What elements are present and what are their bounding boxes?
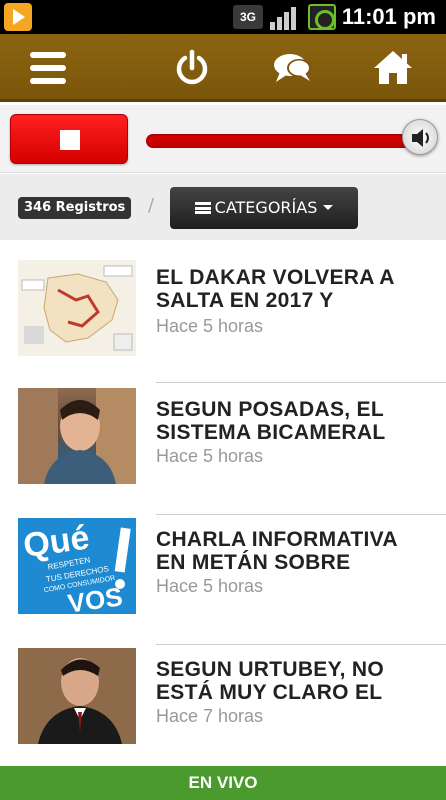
app-toolbar	[0, 34, 446, 102]
news-thumbnail[interactable]	[18, 260, 136, 356]
menu-icon[interactable]	[28, 48, 68, 88]
news-title[interactable]: CHARLA INFORMATIVA EN METÁN SOBRE	[156, 528, 426, 574]
radio-player	[0, 105, 446, 173]
speaker-icon	[412, 129, 429, 147]
caret-down-icon	[323, 205, 334, 210]
volume-slider-handle[interactable]	[402, 119, 438, 155]
news-time: Hace 5 horas	[156, 316, 264, 336]
live-button[interactable]: EN VIVO	[0, 766, 446, 800]
news-time: Hace 5 horas	[156, 576, 264, 596]
power-icon[interactable]	[172, 48, 212, 88]
list-icon	[194, 202, 211, 214]
records-count-badge: 346 Registros	[18, 197, 132, 219]
news-list-item[interactable]: SEGUN POSADAS, EL SISTEMA BICAMERAL Hace…	[0, 382, 446, 515]
sync-icon	[308, 4, 336, 30]
news-time: Hace 7 horas	[156, 706, 264, 726]
news-title[interactable]: SEGUN POSADAS, EL SISTEMA BICAMERAL	[156, 398, 426, 444]
stop-icon	[60, 130, 80, 150]
categories-label: CATEGORÍAS	[214, 198, 318, 217]
news-list-item[interactable]: Qué RESPETEN TUS DERECHOS COMO CONSUMIDO…	[0, 514, 446, 645]
news-thumbnail[interactable]	[18, 388, 136, 484]
filter-bar: 346 Registros / CATEGORÍAS	[0, 174, 446, 240]
news-title[interactable]: SEGUN URTUBEY, NO ESTÁ MUY CLARO EL	[156, 658, 426, 704]
volume-slider[interactable]	[146, 134, 426, 148]
news-thumbnail[interactable]	[18, 648, 136, 744]
news-list-item[interactable]: SEGUN URTUBEY, NO ESTÁ MUY CLARO EL Hace…	[0, 644, 446, 774]
status-bar: 3G 11:01 pm	[0, 0, 446, 34]
news-list-item[interactable]: EL DAKAR VOLVERA A SALTA EN 2017 Y Hace …	[0, 252, 446, 383]
categories-dropdown-button[interactable]: CATEGORÍAS	[170, 187, 358, 229]
status-time: 11:01 pm	[341, 4, 436, 29]
network-type-indicator: 3G	[233, 5, 263, 29]
news-thumbnail[interactable]: Qué RESPETEN TUS DERECHOS COMO CONSUMIDO…	[18, 518, 136, 614]
breadcrumb-separator: /	[148, 195, 155, 216]
signal-icon	[268, 4, 302, 30]
news-time: Hace 5 horas	[156, 446, 264, 466]
app-notification-icon	[4, 3, 32, 31]
home-icon[interactable]	[372, 48, 412, 88]
news-title[interactable]: EL DAKAR VOLVERA A SALTA EN 2017 Y	[156, 266, 426, 312]
stop-button[interactable]	[10, 114, 128, 164]
chat-icon[interactable]	[272, 48, 312, 88]
